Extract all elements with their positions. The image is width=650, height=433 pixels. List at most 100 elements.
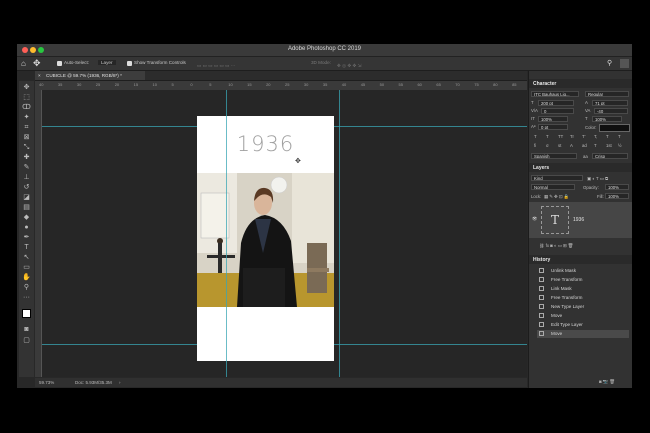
- history-brush-icon[interactable]: ↺: [21, 184, 32, 192]
- antialias-icon: aa: [583, 154, 588, 159]
- tracking-field[interactable]: -40: [594, 108, 628, 114]
- clone-stamp-icon[interactable]: ⊥: [21, 174, 32, 182]
- move-cursor-icon: ✥: [295, 158, 301, 165]
- opentype-buttons[interactable]: fi σ st A ad T 1st ½: [534, 143, 629, 149]
- zoom-icon[interactable]: ⚲: [21, 284, 32, 292]
- ruler-tick-label: 5: [171, 82, 174, 87]
- lasso-icon[interactable]: ↀ: [21, 104, 32, 112]
- type-tool-icon[interactable]: T: [21, 244, 32, 252]
- frame-icon[interactable]: ⊠: [21, 134, 32, 142]
- canvas-area[interactable]: 1936 ✥: [42, 90, 527, 377]
- workspace-icon[interactable]: [620, 59, 629, 68]
- show-transform-checkbox[interactable]: [127, 61, 132, 66]
- guide-vertical[interactable]: [339, 90, 340, 377]
- move-tool-icon[interactable]: ✥: [21, 84, 32, 92]
- horizontal-scale-field[interactable]: 100%: [592, 116, 622, 122]
- layer-row[interactable]: 👁 T 1936: [529, 202, 632, 238]
- ruler-tick-label: 30: [303, 82, 309, 87]
- ruler-tick-label: 15: [247, 82, 252, 87]
- ruler-tick-label: 55: [398, 82, 403, 87]
- align-buttons-group[interactable]: ▭ ▭ ▭ ▭ ▭ ▭ ···: [197, 60, 267, 68]
- guide-vertical[interactable]: [226, 90, 227, 377]
- ruler-tick-label: 10: [152, 82, 157, 87]
- leading-field[interactable]: 71 pt: [592, 100, 628, 106]
- history-item-active[interactable]: Move: [537, 330, 629, 338]
- layers-panel-header[interactable]: Layers: [529, 163, 632, 172]
- fill-field[interactable]: 100%: [605, 193, 629, 199]
- vertical-scale-icon: IT: [531, 116, 535, 121]
- document-tab-bar: × CUBICLE @ 59.7% (1936, RGB/8*) *: [35, 71, 527, 81]
- history-item[interactable]: Link Mask: [537, 285, 629, 293]
- document-page[interactable]: 1936 ✥: [197, 116, 334, 361]
- kerning-field[interactable]: 0: [541, 108, 574, 114]
- lock-icons[interactable]: ▦ ✎ ✥ ⊡ 🔒: [544, 194, 569, 200]
- baseline-shift-field[interactable]: 0 pt: [538, 124, 568, 130]
- language-dropdown[interactable]: Spanish: [531, 153, 577, 159]
- lock-label: Lock:: [531, 194, 542, 199]
- status-arrow-icon[interactable]: ›: [119, 380, 121, 385]
- layer-filter-dropdown[interactable]: Kind: [531, 175, 583, 181]
- opacity-field[interactable]: 100%: [605, 184, 629, 190]
- blur-icon[interactable]: ◆: [21, 214, 32, 222]
- pen-icon[interactable]: ✒: [21, 234, 32, 242]
- document-tab[interactable]: × CUBICLE @ 59.7% (1936, RGB/8*) *: [35, 71, 145, 80]
- photo-layer[interactable]: [197, 173, 334, 307]
- history-item[interactable]: Move: [537, 312, 629, 320]
- auto-select-checkbox[interactable]: [57, 61, 62, 66]
- layers-footer-icons[interactable]: ⛓ fx ◙ ◐ ▭ ⊞ 🗑: [529, 242, 632, 249]
- healing-brush-icon[interactable]: ✚: [21, 154, 32, 162]
- color-label: Color:: [585, 125, 597, 130]
- font-family-dropdown[interactable]: ITC Bauhaus Lig...: [531, 91, 579, 97]
- history-footer-icons[interactable]: ◙ 📷 🗑: [529, 378, 632, 386]
- screen-mode-icon[interactable]: ▢: [21, 337, 32, 345]
- move-tool-icon[interactable]: ✥: [33, 58, 43, 68]
- font-size-field[interactable]: 200 pt: [538, 100, 574, 106]
- text-color-swatch[interactable]: [599, 124, 630, 132]
- hand-icon[interactable]: ✋: [21, 274, 32, 282]
- ruler-tick-label: 25: [285, 82, 290, 87]
- magic-wand-icon[interactable]: ✦: [21, 114, 32, 122]
- history-item[interactable]: Unlink Mask: [537, 267, 629, 275]
- model-photo: [197, 173, 334, 307]
- auto-select-dropdown[interactable]: Layer: [98, 60, 116, 65]
- type-layer-text[interactable]: 1936: [197, 132, 334, 156]
- gradient-icon[interactable]: ▤: [21, 204, 32, 212]
- history-item[interactable]: Free Transform: [537, 294, 629, 302]
- search-icon[interactable]: ⚲: [607, 59, 616, 68]
- baseline-shift-icon: Aª: [531, 124, 536, 129]
- dodge-icon[interactable]: ●: [21, 224, 32, 232]
- shape-icon[interactable]: ▭: [21, 264, 32, 272]
- quick-mask-icon[interactable]: ◙: [21, 326, 32, 334]
- ruler-tick-label: 20: [114, 82, 120, 87]
- home-icon[interactable]: ⌂: [21, 59, 30, 68]
- font-style-dropdown[interactable]: Regular: [585, 91, 629, 97]
- layer-filter-icons[interactable]: ▣ ◐ T ▭ ⧉: [587, 176, 608, 182]
- layer-name[interactable]: 1936: [573, 217, 584, 223]
- eraser-icon[interactable]: ◪: [21, 194, 32, 202]
- eyedropper-icon[interactable]: ⤡: [21, 144, 32, 152]
- blend-mode-dropdown[interactable]: Normal: [531, 184, 575, 190]
- close-tab-icon[interactable]: ×: [38, 73, 41, 78]
- 3d-mode-icons[interactable]: ✥ ◎ ✥ ✥ ⇲: [337, 60, 402, 68]
- ruler-tick-label: 50: [379, 82, 385, 87]
- marquee-icon[interactable]: ⬚: [21, 94, 32, 102]
- show-transform-label: Show Transform Controls: [134, 60, 186, 65]
- history-panel-header[interactable]: History: [529, 255, 632, 264]
- fill-label: Fill:: [597, 194, 604, 199]
- crop-icon[interactable]: ⌗: [21, 124, 32, 132]
- ruler-tick-label: 20: [266, 82, 271, 87]
- eye-icon[interactable]: 👁: [532, 216, 537, 222]
- antialias-dropdown[interactable]: Crisp: [592, 153, 628, 159]
- path-selection-icon[interactable]: ↖: [21, 254, 32, 262]
- more-tools-icon[interactable]: ···: [21, 294, 32, 302]
- character-panel-header[interactable]: Character: [529, 79, 632, 88]
- vertical-scale-field[interactable]: 100%: [538, 116, 568, 122]
- text-style-buttons[interactable]: T T TT Tr T' T, T T: [534, 134, 629, 140]
- brush-icon[interactable]: ✎: [21, 164, 32, 172]
- ruler-tick-label: 40: [341, 82, 347, 87]
- history-item[interactable]: Edit Type Layer: [537, 321, 629, 329]
- history-item[interactable]: Free Transform: [537, 276, 629, 284]
- foreground-color-swatch[interactable]: [22, 309, 31, 318]
- zoom-level[interactable]: 59.73%: [39, 380, 54, 385]
- history-item[interactable]: New Type Layer: [537, 303, 629, 311]
